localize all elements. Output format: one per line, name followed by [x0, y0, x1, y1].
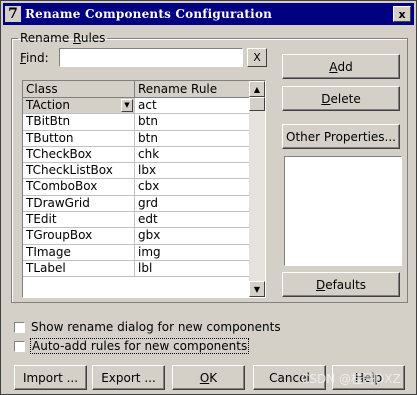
- ok-button[interactable]: OK: [172, 365, 245, 390]
- rename-rules-grid[interactable]: Class Rename Rule TAction ▼ act TBitBtn btn T…: [22, 80, 266, 298]
- watermark-text: CSDN @桂哥DXZ: [301, 372, 401, 386]
- class-cell[interactable]: TButton: [23, 130, 135, 147]
- show-rename-dialog-label: Show rename dialog for new components: [31, 320, 281, 334]
- table-row[interactable]: TAction ▼ act: [23, 98, 250, 115]
- auto-add-rules-label: Auto-add rules for new components: [29, 338, 250, 354]
- import-button[interactable]: Import ...: [14, 365, 87, 390]
- class-cell-text: TLabel: [26, 260, 66, 275]
- class-cell[interactable]: TImage: [23, 244, 135, 261]
- class-cell-text: TComboBox: [26, 179, 98, 194]
- export-button[interactable]: Export ...: [92, 365, 165, 390]
- rename-rule-cell[interactable]: lbx: [135, 163, 250, 180]
- app-logo-icon: 7: [5, 6, 21, 22]
- class-cell-text: TGroupBox: [26, 228, 93, 243]
- scroll-up-icon[interactable]: ▲: [249, 81, 265, 97]
- rename-rule-cell[interactable]: grd: [135, 195, 250, 213]
- class-cell[interactable]: TDrawGrid: [23, 195, 135, 213]
- table-row[interactable]: TCheckBox chk: [23, 146, 250, 164]
- add-button[interactable]: Add: [282, 54, 400, 79]
- class-cell-text: TAction: [26, 98, 70, 112]
- rename-rules-legend: Rename Rules: [20, 31, 106, 45]
- table-row[interactable]: TEdit edt: [23, 212, 250, 229]
- table-row[interactable]: TButton btn: [23, 130, 250, 147]
- scroll-thumb[interactable]: [249, 97, 265, 111]
- rename-rule-cell[interactable]: gbx: [135, 228, 250, 245]
- column-header-class[interactable]: Class: [23, 81, 135, 98]
- auto-add-rules-checkbox[interactable]: [14, 340, 25, 352]
- table-row[interactable]: TLabel lbl: [23, 260, 250, 278]
- find-label: Find:: [20, 51, 49, 65]
- class-cell-text: TButton: [26, 130, 74, 145]
- class-cell[interactable]: TCheckListBox: [23, 163, 135, 180]
- table-row[interactable]: TBitBtn btn: [23, 114, 250, 131]
- column-header-rename-rule[interactable]: Rename Rule: [135, 81, 250, 98]
- rename-rule-cell[interactable]: edt: [135, 212, 250, 229]
- grid-header: Class Rename Rule: [23, 81, 250, 98]
- class-cell[interactable]: TCheckBox: [23, 146, 135, 164]
- delete-button[interactable]: Delete: [282, 86, 400, 111]
- rename-rule-cell[interactable]: cbx: [135, 179, 250, 196]
- class-cell[interactable]: TLabel: [23, 260, 135, 278]
- other-properties-button[interactable]: Other Properties...: [282, 124, 400, 149]
- rename-rule-cell[interactable]: img: [135, 244, 250, 261]
- table-row[interactable]: TImage img: [23, 244, 250, 261]
- rename-rule-cell[interactable]: btn: [135, 114, 250, 131]
- class-cell-text: TImage: [26, 244, 71, 259]
- class-cell[interactable]: TGroupBox: [23, 228, 135, 245]
- auto-add-rules-option[interactable]: Auto-add rules for new components: [14, 338, 250, 354]
- class-cell-text: TDrawGrid: [26, 195, 90, 210]
- title-bar[interactable]: 7 Rename Components Configuration x: [3, 3, 414, 25]
- table-row[interactable]: TDrawGrid grd: [23, 195, 250, 213]
- rename-rule-cell[interactable]: act: [135, 98, 250, 115]
- defaults-button[interactable]: Defaults: [282, 272, 400, 297]
- class-cell-text: TBitBtn: [26, 114, 71, 129]
- grid-rows: TAction ▼ act TBitBtn btn TButton btn TCheckBox…: [23, 98, 250, 278]
- class-cell-text: TEdit: [26, 212, 57, 227]
- class-cell[interactable]: TEdit: [23, 212, 135, 229]
- rename-rule-cell[interactable]: chk: [135, 146, 250, 164]
- class-cell-text: TCheckListBox: [26, 163, 113, 178]
- class-cell-text: TCheckBox: [26, 146, 92, 161]
- table-row[interactable]: TComboBox cbx: [23, 179, 250, 196]
- class-cell[interactable]: TComboBox: [23, 179, 135, 196]
- clear-find-button[interactable]: X: [247, 48, 267, 67]
- class-cell[interactable]: TBitBtn: [23, 114, 135, 131]
- chevron-down-icon[interactable]: ▼: [121, 99, 133, 112]
- class-cell[interactable]: TAction ▼: [23, 98, 135, 115]
- other-properties-list[interactable]: [284, 156, 402, 266]
- find-input[interactable]: [59, 48, 243, 67]
- table-row[interactable]: TCheckListBox lbx: [23, 163, 250, 180]
- show-rename-dialog-option[interactable]: Show rename dialog for new components: [14, 320, 281, 334]
- rename-rule-cell[interactable]: lbl: [135, 260, 250, 278]
- dialog-window: 7 Rename Components Configuration x Rena…: [0, 0, 417, 395]
- close-button[interactable]: x: [393, 6, 411, 22]
- scroll-down-icon[interactable]: ▼: [249, 281, 265, 297]
- rename-rule-cell[interactable]: btn: [135, 130, 250, 147]
- table-row[interactable]: TGroupBox gbx: [23, 228, 250, 245]
- show-rename-dialog-checkbox[interactable]: [14, 321, 25, 333]
- grid-vertical-scrollbar[interactable]: ▲ ▼: [249, 81, 265, 297]
- window-title: Rename Components Configuration: [25, 7, 273, 21]
